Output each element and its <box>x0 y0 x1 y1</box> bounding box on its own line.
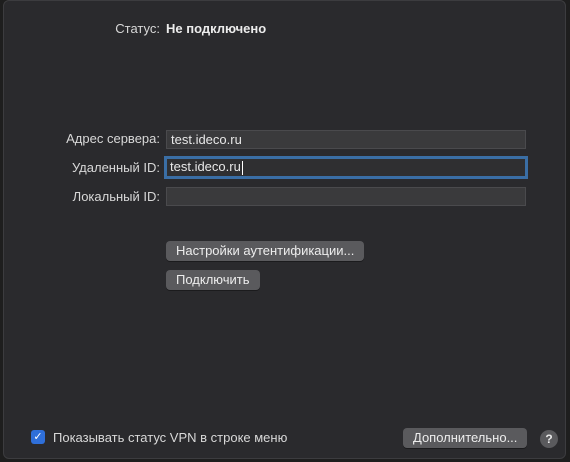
remote-id-label: Удаленный ID: <box>71 160 160 175</box>
connect-button[interactable]: Подключить <box>166 270 260 290</box>
text-caret <box>241 160 243 175</box>
checkmark-icon: ✓ <box>33 431 43 443</box>
server-address-field[interactable]: test.ideco.ru <box>166 130 526 149</box>
help-icon[interactable]: ? <box>540 430 558 448</box>
remote-id-field[interactable]: test.ideco.ru <box>164 156 528 179</box>
show-vpn-status-checkbox[interactable]: ✓ <box>31 430 45 444</box>
status-label: Статус: <box>115 21 160 36</box>
local-id-field[interactable] <box>166 187 526 206</box>
advanced-button[interactable]: Дополнительно... <box>403 428 528 448</box>
server-address-value: test.ideco.ru <box>171 132 242 147</box>
server-address-label: Адрес сервера: <box>66 131 160 146</box>
local-id-label: Локальный ID: <box>72 189 160 204</box>
vpn-settings-panel <box>3 0 566 459</box>
show-vpn-status-label[interactable]: Показывать статус VPN в строке меню <box>53 430 287 445</box>
status-value: Не подключено <box>166 21 267 36</box>
remote-id-value: test.ideco.ru <box>170 159 241 174</box>
auth-settings-button[interactable]: Настройки аутентификации... <box>166 241 365 261</box>
